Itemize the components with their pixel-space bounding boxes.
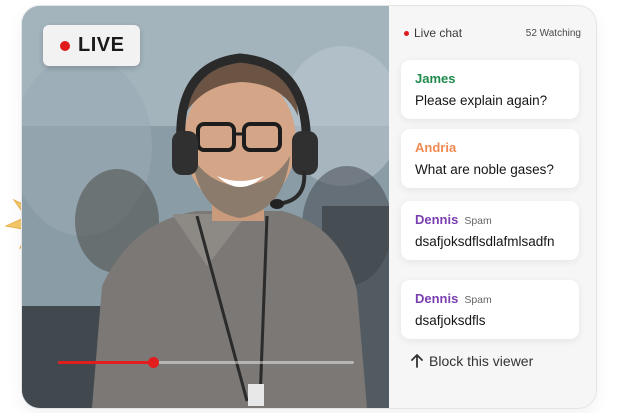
- chat-message-text: Please explain again?: [415, 93, 548, 108]
- chat-title: Live chat: [404, 26, 462, 40]
- chat-message[interactable]: Andria What are noble gases?: [401, 129, 579, 188]
- chat-message-text: dsafjoksdflsdlafmlsadfn: [415, 234, 555, 249]
- video-frame: [22, 6, 389, 408]
- watching-count: 52 Watching: [525, 27, 581, 39]
- live-dot-icon: [404, 30, 409, 36]
- chat-message-text: dsafjoksdfls: [415, 313, 486, 328]
- spam-tag: Spam: [464, 294, 492, 306]
- chat-message-author[interactable]: Dennis: [415, 291, 458, 306]
- video-progress-fill: [58, 361, 153, 364]
- chat-header: Live chat 52 Watching: [404, 25, 581, 41]
- block-viewer-button[interactable]: Block this viewer: [411, 353, 533, 369]
- video-player[interactable]: LIVE: [22, 6, 389, 408]
- live-chat-panel: Live chat 52 Watching James Please expla…: [389, 6, 596, 408]
- video-progress-handle[interactable]: [147, 357, 159, 368]
- live-label: LIVE: [78, 34, 125, 56]
- chat-title-label: Live chat: [414, 26, 463, 40]
- chat-message[interactable]: James Please explain again?: [401, 60, 579, 119]
- chat-message-author[interactable]: Andria: [415, 140, 456, 155]
- live-stream-card: LIVE Live chat 52 Watching James Please …: [22, 6, 596, 408]
- block-viewer-label: Block this viewer: [429, 353, 534, 369]
- spam-tag: Spam: [464, 215, 492, 227]
- chat-message[interactable]: Dennis Spam dsafjoksdflsdlafmlsadfn: [401, 201, 579, 260]
- chat-message-author[interactable]: Dennis: [415, 212, 458, 227]
- video-progress-bar[interactable]: [58, 357, 354, 368]
- chat-message[interactable]: Dennis Spam dsafjoksdfls: [401, 280, 579, 339]
- live-indicator-icon: [60, 40, 70, 51]
- live-badge: LIVE: [43, 25, 140, 66]
- chat-message-text: What are noble gases?: [415, 162, 554, 177]
- chat-message-author[interactable]: James: [415, 71, 455, 86]
- arrow-up-icon: [411, 354, 423, 368]
